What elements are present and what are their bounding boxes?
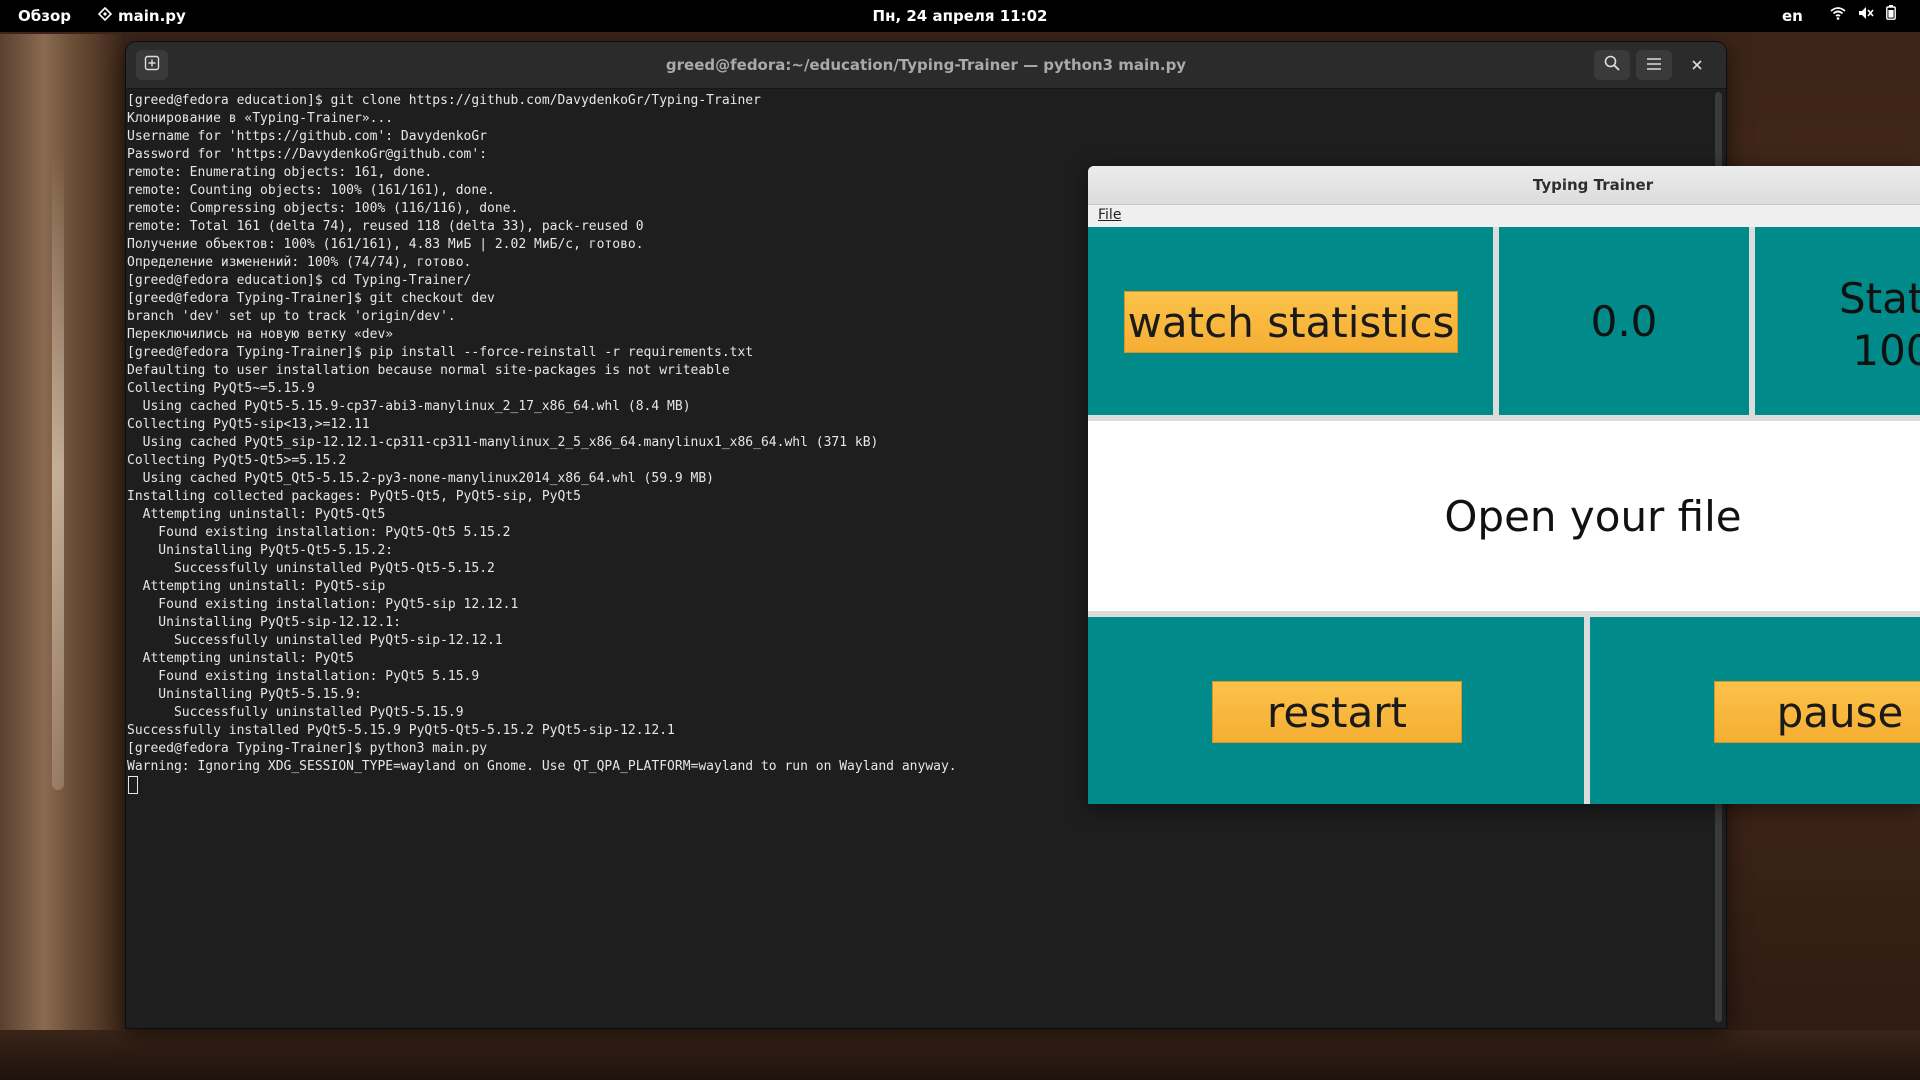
search-icon — [1604, 55, 1620, 75]
desktop-background-light-streak — [52, 150, 64, 790]
text-display-area: Open your file — [1088, 421, 1920, 611]
desktop-background-bottom — [0, 1030, 1920, 1080]
system-status-area[interactable] — [1830, 0, 1896, 32]
volume-muted-icon — [1858, 0, 1874, 32]
speed-value: 0.0 — [1590, 296, 1658, 346]
statistics-panel: watch statistics — [1088, 227, 1493, 415]
clock[interactable]: Пн, 24 апреля 11:02 — [0, 0, 1920, 32]
stat-panel: Stat 100 — [1755, 227, 1920, 415]
speed-panel: 0.0 — [1499, 227, 1749, 415]
hamburger-menu-icon — [1646, 56, 1662, 75]
open-file-prompt: Open your file — [1444, 491, 1742, 541]
terminal-line: Клонирование в «Typing-Trainer»... — [127, 111, 394, 126]
typing-trainer-window[interactable]: Typing Trainer File watch statistics 0.0… — [1088, 166, 1920, 804]
terminal-menu-button[interactable] — [1636, 50, 1672, 80]
terminal-cursor — [128, 776, 138, 794]
terminal-line: Password for 'https://DavydenkoGr@github… — [127, 147, 488, 162]
pause-panel: pause — [1590, 617, 1920, 804]
restart-button[interactable]: restart — [1212, 681, 1462, 743]
stat-label: Stat 100 — [1839, 274, 1920, 375]
terminal-line: Username for 'https://github.com': Davyd… — [127, 129, 488, 144]
terminal-close-button[interactable] — [1682, 50, 1712, 80]
menu-file[interactable]: File — [1098, 207, 1121, 223]
pause-button[interactable]: pause — [1714, 681, 1920, 743]
terminal-window-title: greed@fedora:~/education/Typing-Trainer … — [665, 56, 1187, 74]
watch-statistics-button[interactable]: watch statistics — [1124, 291, 1458, 353]
typing-trainer-title: Typing Trainer — [1532, 176, 1654, 194]
trainer-content: watch statistics 0.0 Stat 100 Open your … — [1088, 227, 1920, 804]
restart-panel: restart — [1088, 617, 1584, 804]
close-icon — [1691, 56, 1703, 75]
menu-bar: File — [1088, 205, 1920, 227]
wifi-icon — [1830, 0, 1846, 32]
terminal-header-bar[interactable]: greed@fedora:~/education/Typing-Trainer … — [126, 42, 1726, 89]
keyboard-layout-indicator[interactable]: en — [1782, 0, 1803, 32]
terminal-line: [greed@fedora education]$ git clone http… — [127, 93, 761, 108]
top-bar: Обзор main.py Пн, 24 апреля 11:02 en — [0, 0, 1920, 32]
battery-icon — [1886, 0, 1896, 32]
typing-trainer-titlebar[interactable]: Typing Trainer — [1088, 166, 1920, 205]
terminal-search-button[interactable] — [1594, 50, 1630, 80]
